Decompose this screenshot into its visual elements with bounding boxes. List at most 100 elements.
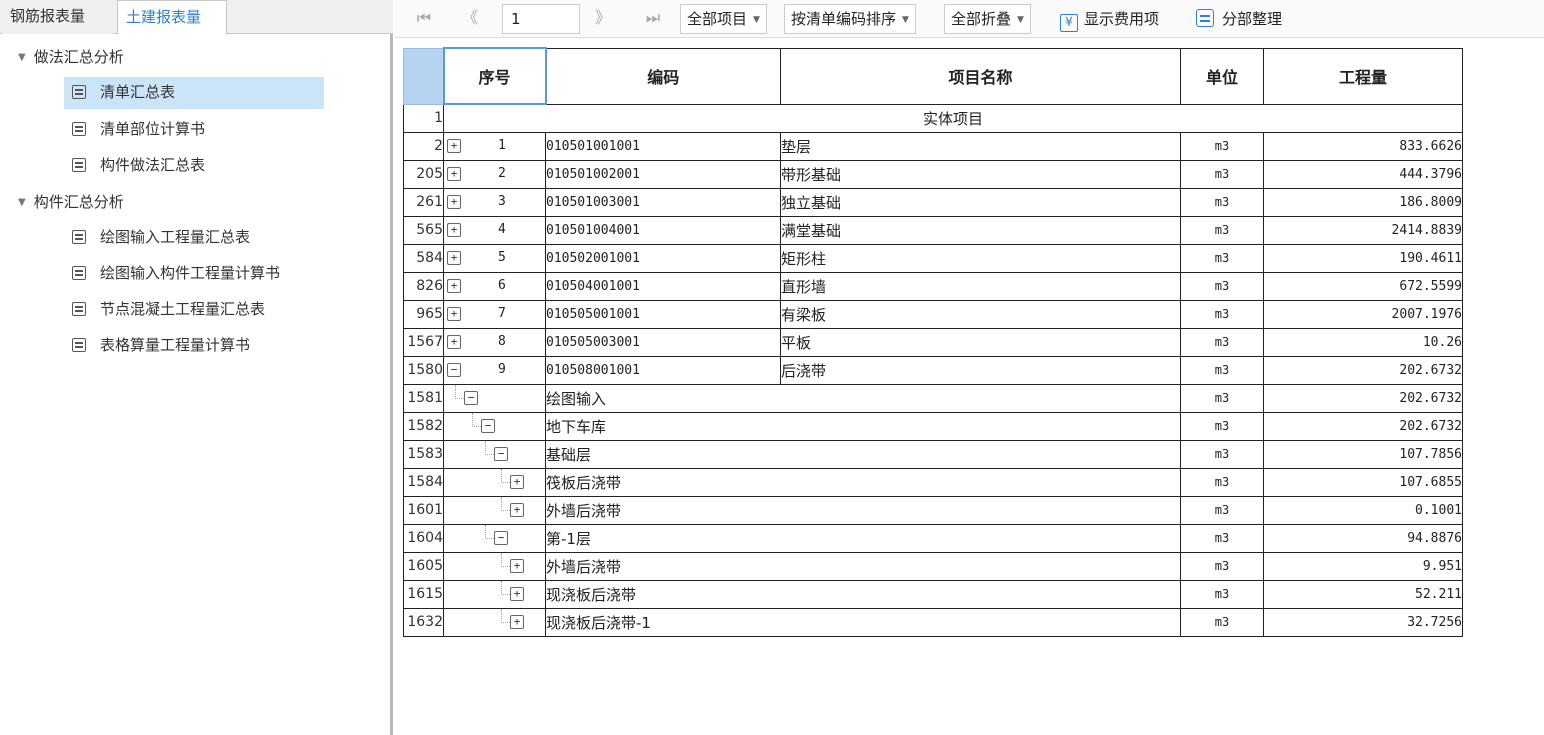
tree-detail-row[interactable]: 1605 + 外墙后浇带 m3 9.951 — [403, 551, 1463, 581]
expand-icon[interactable]: + — [447, 138, 461, 153]
tree-item-table-qty-calc[interactable]: 表格算量工程量计算书 — [64, 330, 324, 362]
expand-icon[interactable]: + — [447, 194, 461, 209]
row-number: 1582 — [403, 411, 444, 441]
qty-cell: 0.1001 — [1263, 495, 1463, 525]
tree-detail-row[interactable]: 1581 − 绘图输入 m3 202.6732 — [403, 383, 1463, 413]
tree-item-bill-summary[interactable]: 清单汇总表 — [64, 77, 324, 109]
tree-indent-cell: + — [443, 495, 546, 525]
code-cell: 010501001001 — [545, 131, 781, 161]
tree-detail-row[interactable]: 1632 + 现浇板后浇带-1 m3 32.7256 — [403, 607, 1463, 637]
table-row[interactable]: 1580−9 010508001001 后浇带 m3 202.6732 — [403, 355, 1463, 385]
caret-down-icon: ▼ — [18, 197, 26, 208]
seq-cell: +1 — [443, 131, 546, 161]
tree-guide-line — [501, 469, 502, 483]
name-cell: 带形基础 — [780, 159, 1181, 189]
tree-item-drawing-qty-summary[interactable]: 绘图输入工程量汇总表 — [64, 222, 324, 254]
unit-cell: m3 — [1180, 299, 1264, 329]
column-header-unit[interactable]: 单位 — [1180, 47, 1264, 105]
collapse-icon[interactable]: − — [481, 418, 495, 433]
tree-item-drawing-component-calc[interactable]: 绘图输入构件工程量计算书 — [64, 258, 324, 290]
tree-group-method-summary[interactable]: ▼ 做法汇总分析 — [18, 46, 124, 67]
tree-detail-row[interactable]: 1582 − 地下车库 m3 202.6732 — [403, 411, 1463, 441]
tree-item-node-concrete-summary[interactable]: 节点混凝土工程量汇总表 — [64, 294, 324, 326]
expand-icon[interactable]: + — [447, 250, 461, 265]
column-header-code[interactable]: 编码 — [545, 47, 781, 105]
select-all-corner[interactable] — [403, 47, 444, 105]
expand-icon[interactable]: + — [447, 334, 461, 349]
section-sort-button[interactable]: 分部整理 — [1196, 7, 1282, 33]
table-row[interactable]: 205 +2 010501002001 带形基础 m3 444.3796 — [403, 159, 1463, 189]
tab-rebar-report[interactable]: 钢筋报表量 — [2, 0, 113, 34]
row-number: 205 — [403, 159, 444, 189]
seq-number: 4 — [498, 221, 506, 237]
expand-icon[interactable]: + — [510, 614, 524, 629]
last-page-icon[interactable]: ⏭ — [642, 6, 664, 32]
bill-summary-grid: 序号 编码 项目名称 单位 工程量 1 实体项目 2 +1 010501001001… — [403, 47, 1463, 637]
row-number: 1580 — [403, 355, 444, 385]
show-fee-button[interactable]: ¥ 显示费用项 — [1060, 7, 1159, 33]
expand-icon[interactable]: + — [447, 306, 461, 321]
code-cell: 010505001001 — [545, 299, 781, 329]
seq-number: 2 — [498, 165, 506, 181]
tree-guide-line — [485, 441, 486, 455]
expand-icon[interactable]: + — [510, 474, 524, 489]
collapse-icon[interactable]: − — [494, 446, 508, 461]
qty-cell: 190.4611 — [1263, 243, 1463, 273]
tree-item-component-method-summary[interactable]: 构件做法汇总表 — [64, 150, 324, 182]
first-page-icon[interactable]: ⏮ — [413, 6, 435, 32]
tree-item-label: 构件做法汇总表 — [100, 156, 206, 174]
table-row[interactable]: 565 +4 010501004001 满堂基础 m3 2414.8839 — [403, 215, 1463, 245]
table-row[interactable]: 2 +1 010501001001 垫层 m3 833.6626 — [403, 131, 1463, 161]
tree-item-label: 表格算量工程量计算书 — [100, 336, 251, 354]
tree-node-name: 外墙后浇带 — [545, 551, 1181, 581]
table-row[interactable]: 1567 +8 010505003001 平板 m3 10.26 — [403, 327, 1463, 357]
collapse-icon[interactable]: − — [494, 530, 508, 545]
tree-item-bill-location-calc[interactable]: 清单部位计算书 — [64, 114, 324, 146]
fold-dropdown[interactable]: 全部折叠 ▼ — [944, 4, 1031, 34]
table-row[interactable]: 584 +5 010502001001 矩形柱 m3 190.4611 — [403, 243, 1463, 273]
row-number: 826 — [403, 271, 444, 301]
panel-splitter[interactable] — [390, 34, 393, 735]
code-cell: 010501002001 — [545, 159, 781, 189]
unit-cell: m3 — [1180, 579, 1264, 609]
expand-icon[interactable]: + — [447, 222, 461, 237]
table-header-row: 序号 编码 项目名称 单位 工程量 — [403, 47, 1463, 105]
expand-icon[interactable]: + — [447, 278, 461, 293]
column-header-seq[interactable]: 序号 — [442, 47, 547, 105]
expand-icon[interactable]: + — [510, 558, 524, 573]
report-doc-icon — [72, 85, 86, 99]
tree-guide-line — [501, 565, 510, 567]
sort-order-dropdown[interactable]: 按清单编码排序 ▼ — [784, 4, 916, 34]
row-number: 1601 — [403, 495, 444, 525]
tree-detail-row[interactable]: 1583 − 基础层 m3 107.7856 — [403, 439, 1463, 469]
expand-icon[interactable]: + — [510, 502, 524, 517]
tab-civil-report[interactable]: 土建报表量 — [117, 0, 227, 35]
project-filter-dropdown[interactable]: 全部项目 ▼ — [680, 4, 767, 34]
tree-detail-row[interactable]: 1584 + 筏板后浇带 m3 107.6855 — [403, 467, 1463, 497]
prev-page-icon[interactable]: 《 — [459, 6, 481, 32]
next-page-icon[interactable]: 》 — [592, 6, 614, 32]
row-number: 261 — [403, 187, 444, 217]
name-cell: 有梁板 — [780, 299, 1181, 329]
section-row[interactable]: 1 实体项目 — [403, 103, 1463, 133]
page-number-input[interactable]: 1 — [502, 4, 580, 34]
expand-icon[interactable]: + — [447, 166, 461, 181]
unit-cell: m3 — [1180, 187, 1264, 217]
collapse-icon[interactable]: − — [464, 390, 478, 405]
collapse-icon[interactable]: − — [447, 362, 461, 377]
tree-detail-row[interactable]: 1604 − 第-1层 m3 94.8876 — [403, 523, 1463, 553]
row-number: 565 — [403, 215, 444, 245]
chevron-down-icon: ▼ — [1017, 15, 1024, 25]
tree-group-component-summary[interactable]: ▼ 构件汇总分析 — [18, 191, 124, 212]
tree-detail-row[interactable]: 1615 + 现浇板后浇带 m3 52.211 — [403, 579, 1463, 609]
chevron-down-icon: ▼ — [753, 15, 760, 25]
tree-detail-row[interactable]: 1601 + 外墙后浇带 m3 0.1001 — [403, 495, 1463, 525]
table-row[interactable]: 826 +6 010504001001 直形墙 m3 672.5599 — [403, 271, 1463, 301]
table-row[interactable]: 261 +3 010501003001 独立基础 m3 186.8009 — [403, 187, 1463, 217]
column-header-name[interactable]: 项目名称 — [780, 47, 1181, 105]
expand-icon[interactable]: + — [510, 586, 524, 601]
column-header-qty[interactable]: 工程量 — [1263, 47, 1463, 105]
qty-cell: 107.6855 — [1263, 467, 1463, 497]
table-row[interactable]: 965 +7 010505001001 有梁板 m3 2007.1976 — [403, 299, 1463, 329]
section-label: 实体项目 — [443, 103, 1463, 133]
